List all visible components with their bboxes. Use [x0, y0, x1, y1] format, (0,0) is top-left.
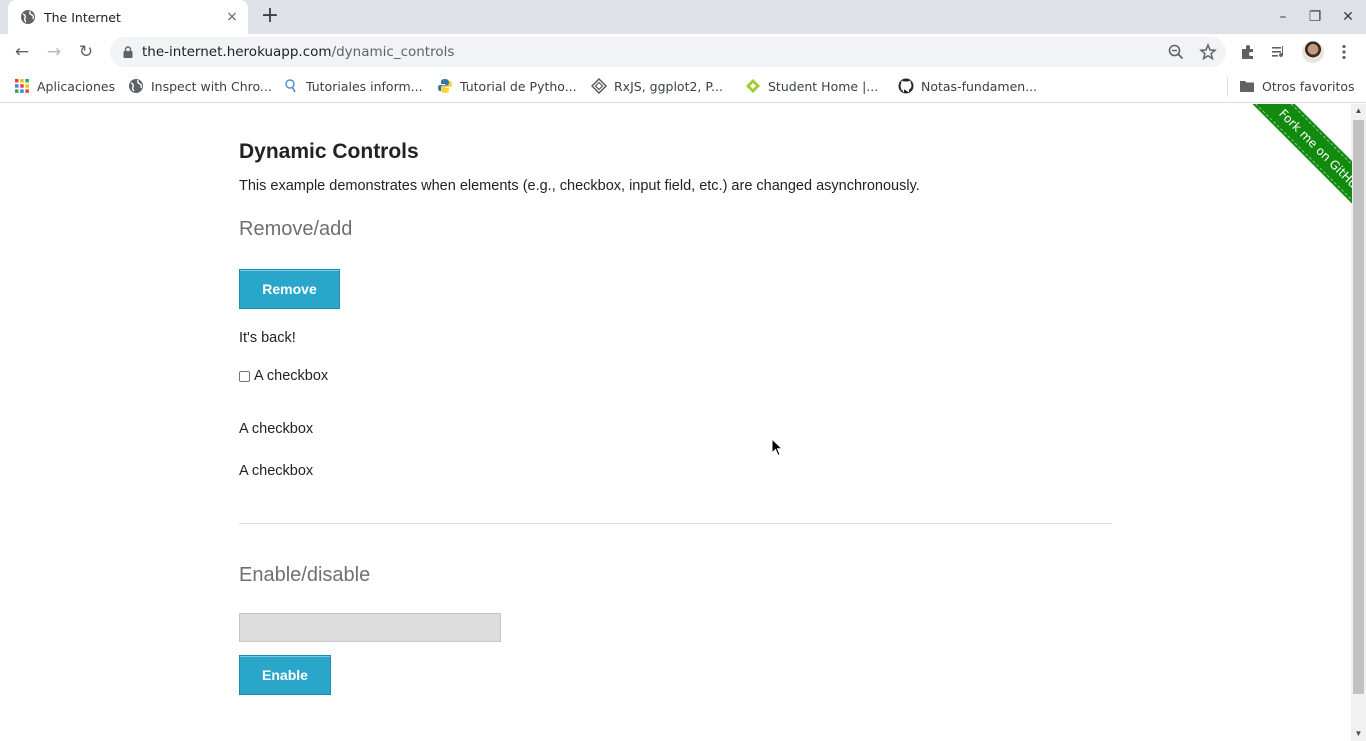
checkbox-row[interactable]: A checkbox [239, 368, 328, 384]
enable-disable-heading: Enable/disable [239, 564, 371, 586]
star-icon[interactable] [1199, 43, 1217, 61]
forward-icon[interactable]: → [42, 40, 66, 64]
profile-avatar[interactable] [1302, 41, 1324, 63]
bookmark-label: Tutorial de Pytho... [460, 78, 577, 94]
checkbox-label: A checkbox [254, 368, 329, 384]
fork-me-ribbon[interactable]: Fork me on GitHub [1226, 104, 1352, 226]
restore-icon[interactable]: ❐ [1306, 8, 1324, 26]
new-tab-button[interactable]: + [258, 5, 282, 29]
green-diamond-icon [746, 79, 760, 93]
checkbox[interactable] [239, 371, 250, 382]
bookmark-student-home[interactable]: Student Home |... [745, 77, 878, 95]
close-tab-icon[interactable]: × [224, 9, 240, 25]
media-control-icon[interactable] [1270, 43, 1288, 61]
menu-kebab-icon[interactable] [1335, 43, 1353, 61]
bookmark-label: Aplicaciones [37, 78, 116, 94]
address-bar[interactable]: the-internet.herokuapp.com/dynamic_contr… [110, 37, 1226, 67]
globe-icon [129, 79, 143, 93]
folder-icon [1240, 81, 1254, 92]
apps-grid-icon [15, 79, 29, 93]
bookmark-python[interactable]: Tutorial de Pytho... [437, 77, 577, 95]
bookmark-tutoriales[interactable]: Tutoriales inform... [283, 77, 423, 95]
python-icon [438, 79, 452, 93]
tab-strip: The Internet × + – ❐ ✕ [0, 0, 1366, 34]
scroll-up-arrow[interactable]: ▲ [1354, 106, 1363, 116]
page-viewport: Dynamic Controls This example demonstrat… [0, 104, 1366, 741]
globe-icon [21, 10, 35, 24]
page-title: Dynamic Controls [239, 140, 419, 163]
ribbon-text[interactable]: Fork me on GitHub [1251, 104, 1352, 221]
page-description: This example demonstrates when elements … [239, 178, 920, 194]
status-message: It's back! [239, 330, 296, 346]
bookmark-aplicaciones[interactable]: Aplicaciones [14, 77, 115, 95]
bookmark-rxjs[interactable]: RxJS, ggplot2, P... [591, 77, 723, 95]
bookmark-label: Student Home |... [768, 78, 879, 94]
extensions-icon[interactable] [1239, 43, 1257, 61]
scroll-down-arrow[interactable]: ▼ [1354, 729, 1363, 739]
browser-toolbar: ← → ↻ the-internet.herokuapp.com/dynamic… [0, 34, 1366, 70]
tab-title: The Internet [44, 10, 121, 25]
browser-tab[interactable]: The Internet × [8, 0, 248, 34]
bookmark-label: Tutoriales inform... [306, 78, 423, 94]
enable-button[interactable]: Enable [239, 655, 331, 695]
remove-add-heading: Remove/add [239, 218, 353, 240]
url-path: /dynamic_controls [331, 44, 455, 60]
scrollbar-thumb[interactable] [1353, 120, 1364, 694]
github-icon [898, 78, 914, 94]
disabled-text-input[interactable] [239, 613, 501, 642]
other-bookmarks-label: Otros favoritos [1262, 78, 1355, 94]
minimize-icon[interactable]: – [1274, 8, 1292, 26]
other-bookmarks[interactable]: Otros favoritos [1239, 77, 1355, 95]
remove-button[interactable]: Remove [239, 269, 340, 309]
checkbox-text: A checkbox [239, 421, 314, 437]
bookmark-label: Notas-fundamen... [921, 78, 1038, 94]
url-host: the-internet.herokuapp.com [142, 44, 332, 60]
vertical-scrollbar[interactable]: ▲ ▼ [1351, 104, 1366, 741]
back-icon[interactable]: ← [10, 40, 34, 64]
bookmark-notas[interactable]: Notas-fundamen... [898, 77, 1037, 95]
zoom-icon[interactable] [1167, 43, 1185, 61]
bookmark-label: Inspect with Chro... [151, 78, 272, 94]
bookmark-inspect[interactable]: Inspect with Chro... [128, 77, 272, 95]
diamond-icon [591, 78, 607, 94]
url-text[interactable]: the-internet.herokuapp.com/dynamic_contr… [142, 44, 454, 60]
checkbox-text: A checkbox [239, 463, 314, 479]
mouse-cursor-icon [771, 438, 783, 457]
lightbulb-icon [285, 79, 296, 93]
close-window-icon[interactable]: ✕ [1339, 8, 1357, 26]
bookmarks-divider [1227, 77, 1228, 97]
bookmark-label: RxJS, ggplot2, P... [614, 78, 723, 94]
reload-icon[interactable]: ↻ [74, 40, 98, 64]
lock-icon[interactable] [122, 46, 134, 58]
section-divider [239, 523, 1112, 524]
bookmarks-bar: Aplicaciones Inspect with Chro... Tutori… [0, 70, 1366, 103]
